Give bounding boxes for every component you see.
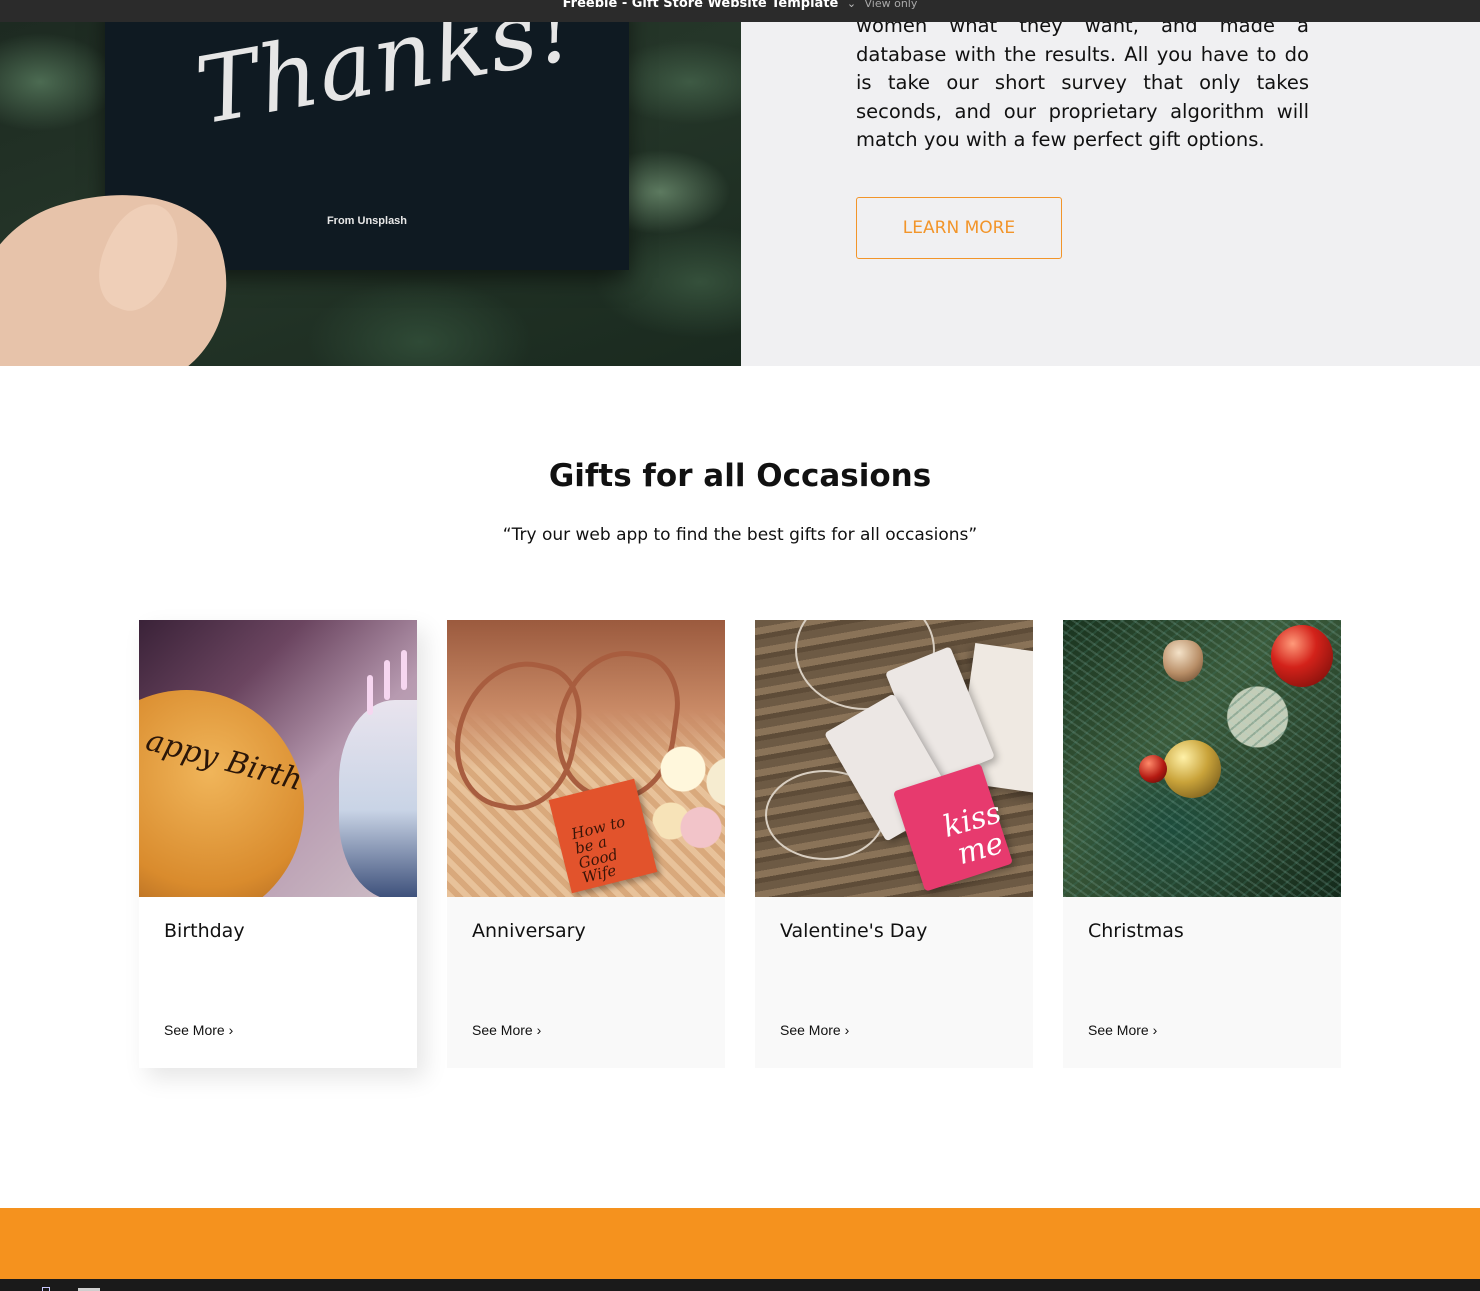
card-title: Birthday	[164, 920, 245, 942]
occasion-card-anniversary[interactable]: How to be a Good Wife Anniversary See Mo…	[447, 620, 725, 1068]
candle-shape	[367, 675, 373, 715]
thanks-card-script: Thanks!	[188, 22, 584, 146]
occasion-card-christmas[interactable]: Christmas See More ›	[1063, 620, 1341, 1068]
hero-section: Thanks! From Unsplash women what they wa…	[0, 22, 1480, 366]
anniversary-image: How to be a Good Wife	[447, 620, 725, 897]
section-title: Gifts for all Occasions	[548, 458, 932, 494]
candle-shape	[401, 650, 407, 690]
ornament-gold	[1163, 740, 1221, 798]
orange-footer-band	[0, 1208, 1480, 1279]
christmas-image	[1063, 620, 1341, 897]
valentines-image: kiss me	[755, 620, 1033, 897]
see-more-link[interactable]: See More ›	[780, 1022, 849, 1038]
card-title: Valentine's Day	[780, 920, 928, 942]
occasion-card-birthday[interactable]: appy Birth Birthday See More ›	[139, 620, 417, 1068]
thanks-card-photo: Thanks! From Unsplash	[0, 22, 741, 366]
bell-ornament	[1163, 640, 1203, 682]
document-title-group[interactable]: Freebie - Gift Store Website Template ⌄ …	[0, 0, 1480, 12]
see-more-link[interactable]: See More ›	[472, 1022, 541, 1038]
see-more-link[interactable]: See More ›	[1088, 1022, 1157, 1038]
hero-paragraph: women what they want, and made a databas…	[856, 22, 1309, 152]
book-title: How to be a Good Wife	[569, 812, 628, 887]
see-more-link[interactable]: See More ›	[164, 1022, 233, 1038]
occasion-card-valentines[interactable]: kiss me Valentine's Day See More ›	[755, 620, 1033, 1068]
book-shape: How to be a Good Wife	[548, 778, 658, 894]
toolbar-icon[interactable]	[42, 1287, 50, 1291]
card-title: Christmas	[1088, 920, 1184, 942]
bottom-toolbar	[0, 1279, 1480, 1291]
section-subtitle: “Try our web app to find the best gifts …	[502, 525, 978, 545]
cake-shape	[339, 700, 417, 897]
view-only-label: View only	[864, 0, 918, 10]
document-title[interactable]: Freebie - Gift Store Website Template	[563, 0, 839, 11]
learn-more-button[interactable]: LEARN MORE	[856, 197, 1062, 259]
hero-text-panel: women what they want, and made a databas…	[741, 22, 1480, 366]
card-title: Anniversary	[472, 920, 586, 942]
window-title-bar: Freebie - Gift Store Website Template ⌄ …	[0, 0, 1480, 22]
ornament-red-small	[1139, 755, 1167, 783]
chevron-down-icon[interactable]: ⌄	[847, 0, 856, 10]
occasion-cards: appy Birth Birthday See More › How to be…	[139, 620, 1341, 1068]
birthday-image: appy Birth	[139, 620, 417, 897]
candle-shape	[384, 660, 390, 700]
ornament-red	[1271, 625, 1333, 687]
